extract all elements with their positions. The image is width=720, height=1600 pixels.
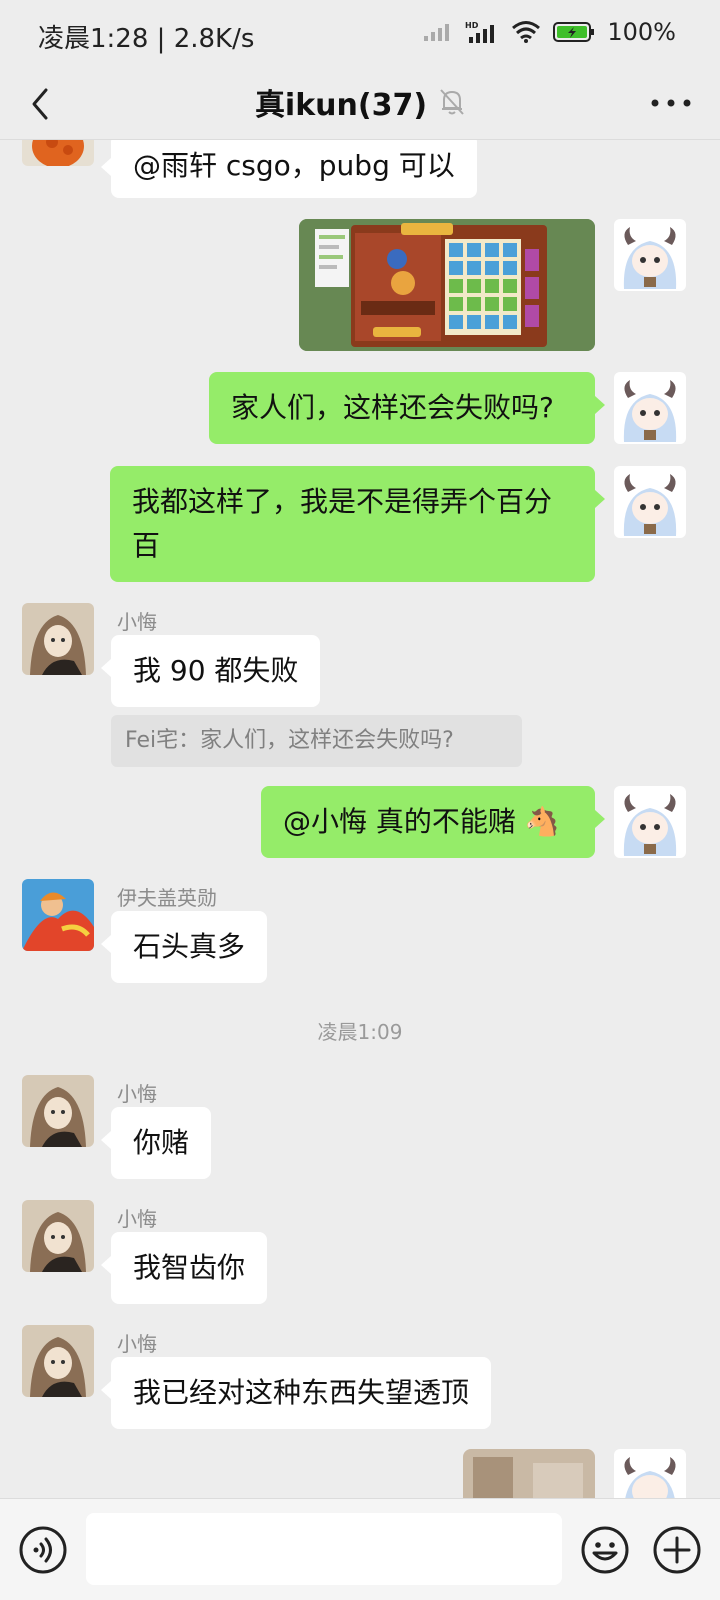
avatar-self[interactable] bbox=[614, 466, 686, 538]
message-bubble[interactable]: 我智齿你 bbox=[100, 1232, 268, 1304]
chat-message-list[interactable]: @雨轩 csgo，pubg 可以 家人们，这样还会失败吗? 我都这样了，我是不是… bbox=[0, 140, 720, 1498]
more-dots-icon[interactable] bbox=[648, 88, 694, 118]
message-text-line: 我都这样了，我是不是得弄个百分 bbox=[132, 485, 553, 518]
message-text: 石头真多 bbox=[133, 930, 246, 963]
avatar-self[interactable] bbox=[614, 1449, 686, 1498]
message-text: @雨轩 csgo，pubg 可以 bbox=[133, 149, 455, 182]
avatar-xiaohui[interactable] bbox=[22, 1075, 94, 1147]
message-text: 我 90 都失败 bbox=[133, 654, 299, 687]
avatar-xiaohui[interactable] bbox=[22, 1200, 94, 1272]
sender-name: 小悔 bbox=[117, 1207, 157, 1231]
message-bubble[interactable]: 家人们，这样还会失败吗? bbox=[209, 372, 605, 444]
sender-name: 小悔 bbox=[117, 1082, 157, 1106]
message-text: 你赌 bbox=[133, 1126, 190, 1159]
avatar-yifugai[interactable] bbox=[22, 879, 94, 951]
status-bar: 凌晨1:28 | 2.8K/s HD 100% bbox=[0, 0, 720, 70]
chat-header: 真ikun(37) bbox=[0, 70, 720, 140]
game-screenshot-image[interactable] bbox=[299, 219, 595, 351]
message-text: 家人们，这样还会失败吗? bbox=[231, 391, 554, 424]
avatar-xiaohui[interactable] bbox=[22, 1325, 94, 1397]
avatar-self[interactable] bbox=[614, 372, 686, 444]
message-text: @小悔 真的不能赌 🐴 bbox=[283, 805, 560, 838]
status-indicators: HD 100% bbox=[423, 18, 676, 46]
emoji-icon[interactable] bbox=[580, 1525, 630, 1575]
status-time: 凌晨1:28 bbox=[38, 24, 149, 54]
partial-image-message[interactable] bbox=[463, 1449, 595, 1498]
avatar-xiaohui[interactable] bbox=[22, 603, 94, 675]
message-bubble[interactable]: @小悔 真的不能赌 🐴 bbox=[261, 786, 605, 858]
sender-name: 小悔 bbox=[117, 1332, 157, 1356]
avatar-self[interactable] bbox=[614, 219, 686, 291]
message-text-line: 百 bbox=[132, 529, 161, 562]
sender-name: 伊夫盖英勋 bbox=[117, 886, 217, 910]
battery-percent: 100% bbox=[607, 18, 676, 46]
message-bubble[interactable]: 我 90 都失败 bbox=[100, 635, 321, 707]
message-bubble[interactable]: 我已经对这种东西失望透顶 bbox=[100, 1357, 492, 1429]
wifi-icon bbox=[512, 21, 541, 43]
message-text: 我智齿你 bbox=[133, 1251, 246, 1284]
chat-title: 真ikun(37) bbox=[254, 88, 428, 123]
input-bar bbox=[0, 1498, 720, 1600]
status-separator: | bbox=[156, 24, 166, 54]
signal-icon-1 bbox=[424, 24, 450, 41]
sender-name: 小悔 bbox=[117, 610, 157, 634]
signal-icon-2: HD bbox=[465, 21, 495, 43]
avatar-orange[interactable] bbox=[22, 140, 94, 166]
message-bubble[interactable]: @雨轩 csgo，pubg 可以 bbox=[101, 140, 477, 198]
status-speed: 2.8K/s bbox=[173, 24, 255, 54]
svg-text:HD: HD bbox=[465, 21, 479, 30]
message-bubble[interactable]: 我都这样了，我是不是得弄个百分 百 bbox=[110, 466, 605, 582]
voice-icon[interactable] bbox=[18, 1525, 68, 1575]
message-bubble[interactable]: 你赌 bbox=[100, 1107, 212, 1179]
avatar-self[interactable] bbox=[614, 786, 686, 858]
status-time-group: 凌晨1:28 | 2.8K/s bbox=[38, 18, 254, 55]
title-group: 真ikun(37) bbox=[0, 80, 720, 124]
bell-off-icon bbox=[440, 89, 464, 115]
message-bubble[interactable]: 石头真多 bbox=[100, 911, 268, 983]
message-input[interactable] bbox=[86, 1513, 562, 1585]
battery-icon bbox=[553, 22, 595, 42]
quoted-message[interactable]: Fei宅：家人们，这样还会失败吗? bbox=[111, 715, 522, 767]
message-text: 我已经对这种东西失望透顶 bbox=[133, 1376, 470, 1409]
chat-timestamp: 凌晨1:09 bbox=[317, 1020, 403, 1044]
plus-icon[interactable] bbox=[652, 1525, 702, 1575]
